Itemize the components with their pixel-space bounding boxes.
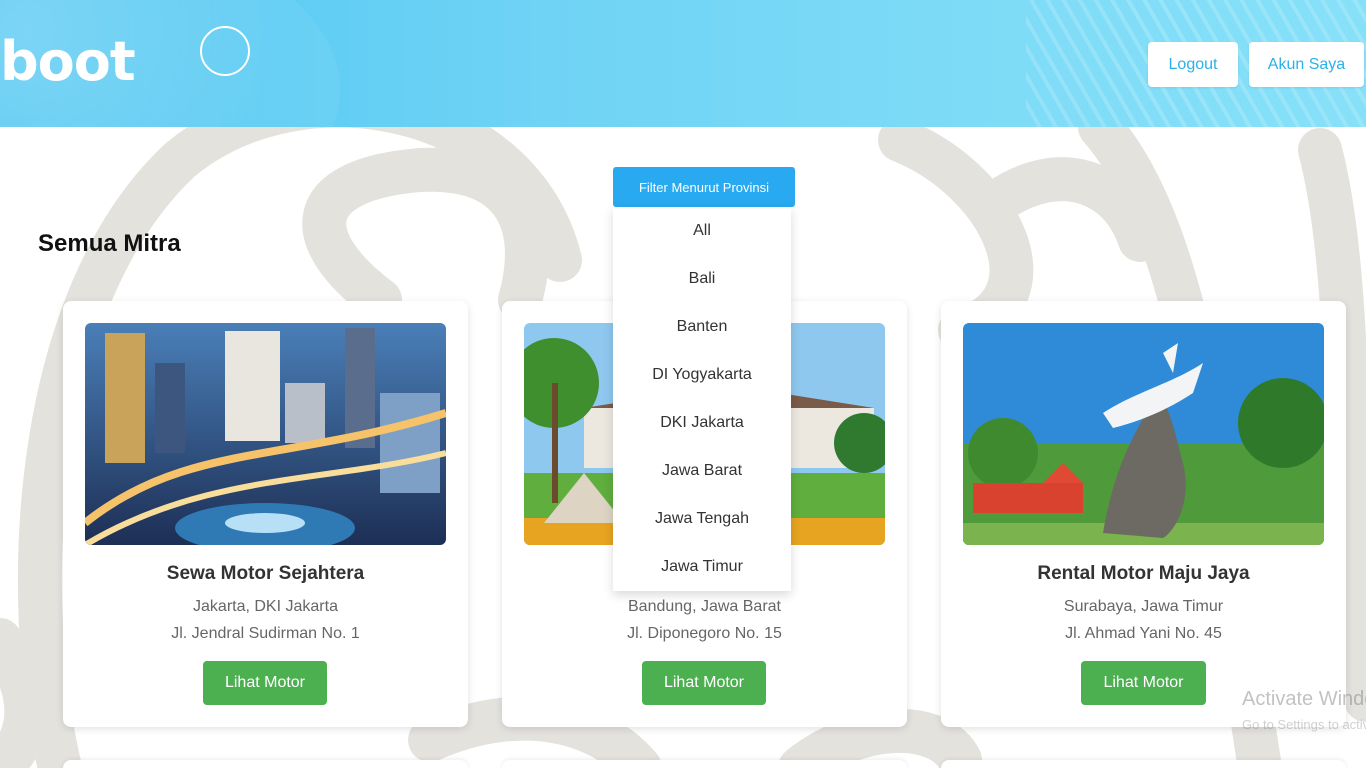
partner-card: Rental Motor Maju Jaya Surabaya, Jawa Ti…	[941, 301, 1346, 727]
partner-card	[941, 760, 1346, 768]
top-header: boot Logout Akun Saya	[0, 0, 1366, 127]
brand-logo[interactable]: boot	[0, 32, 140, 92]
view-motor-button[interactable]: Lihat Motor	[1081, 661, 1206, 705]
filter-option-banten[interactable]: Banten	[613, 303, 791, 351]
partner-card: Sewa Motor Sejahtera Jakarta, DKI Jakart…	[63, 301, 468, 727]
partner-address: Jl. Ahmad Yani No. 45	[1065, 625, 1222, 642]
view-motor-button[interactable]: Lihat Motor	[203, 661, 327, 705]
partner-address: Jl. Diponegoro No. 15	[627, 625, 782, 642]
partner-name: Rental Motor Maju Jaya	[1037, 563, 1250, 584]
filter-option-all[interactable]: All	[613, 207, 791, 255]
page-title: Semua Mitra	[38, 230, 181, 257]
menu-toggle-icon[interactable]	[200, 26, 250, 76]
partner-photo-surabaya	[963, 323, 1324, 545]
filter-option-jawa-barat[interactable]: Jawa Barat	[613, 447, 791, 495]
motorbike-logo-icon	[137, 62, 138, 63]
filter-option-di-yogyakarta[interactable]: DI Yogyakarta	[613, 351, 791, 399]
partner-photo-jakarta	[85, 323, 446, 545]
province-filter-menu: All Bali Banten DI Yogyakarta DKI Jakart…	[613, 207, 791, 591]
partner-city: Surabaya, Jawa Timur	[1063, 598, 1224, 615]
account-button[interactable]: Akun Saya	[1249, 42, 1364, 87]
filter-option-jawa-timur[interactable]: Jawa Timur	[613, 543, 791, 591]
partner-address: Jl. Jendral Sudirman No. 1	[171, 625, 360, 642]
province-filter-button[interactable]: Filter Menurut Provinsi	[613, 167, 795, 207]
partner-name: Sewa Motor Sejahtera	[166, 563, 365, 584]
logout-button[interactable]: Logout	[1148, 42, 1238, 87]
partner-card	[63, 760, 468, 768]
partner-card	[502, 760, 907, 768]
filter-option-jawa-tengah[interactable]: Jawa Tengah	[613, 495, 791, 543]
logo-text: boot	[0, 30, 136, 93]
activation-watermark-subtitle: Go to Settings to activate Windows.	[1242, 717, 1366, 732]
view-motor-button[interactable]: Lihat Motor	[642, 661, 766, 705]
activation-watermark: Activate Windows	[1242, 688, 1366, 710]
filter-option-bali[interactable]: Bali	[613, 255, 791, 303]
filter-option-dki-jakarta[interactable]: DKI Jakarta	[613, 399, 791, 447]
partner-city: Bandung, Jawa Barat	[628, 598, 781, 615]
partner-city: Jakarta, DKI Jakarta	[193, 598, 338, 615]
